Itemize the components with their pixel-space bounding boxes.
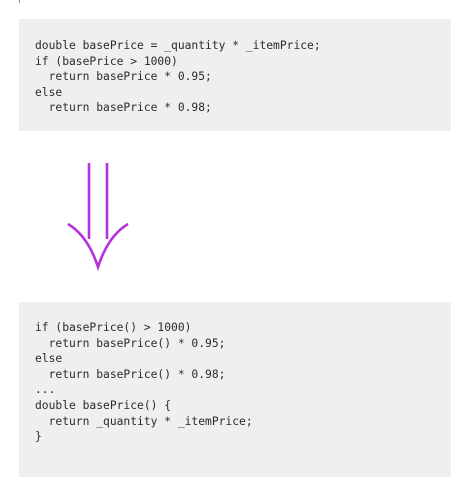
code-line: double basePrice() { <box>35 398 172 412</box>
code-line: double basePrice = _quantity * _itemPric… <box>35 39 321 52</box>
code-line: else <box>35 85 63 99</box>
double-down-arrow-icon <box>67 163 129 272</box>
code-line: ... <box>35 383 56 397</box>
code-line: else <box>35 352 63 366</box>
code-line: return _quantity * _itemPrice; <box>35 414 253 428</box>
code-block-before: double basePrice = _quantity * _itemPric… <box>19 19 451 131</box>
top-edge-mark <box>19 0 20 3</box>
code-line: return basePrice * 0.98; <box>35 101 212 115</box>
code-line: if (basePrice > 1000) <box>35 54 178 68</box>
arrow-head <box>67 222 129 272</box>
code-line: if (basePrice() > 1000) <box>35 321 192 334</box>
code-line: return basePrice * 0.95; <box>35 70 212 84</box>
code-line: return basePrice() * 0.98; <box>35 367 226 381</box>
code-line: return basePrice() * 0.95; <box>35 336 226 350</box>
code-block-after: if (basePrice() > 1000) return basePrice… <box>19 302 451 477</box>
code-line: } <box>35 430 42 444</box>
